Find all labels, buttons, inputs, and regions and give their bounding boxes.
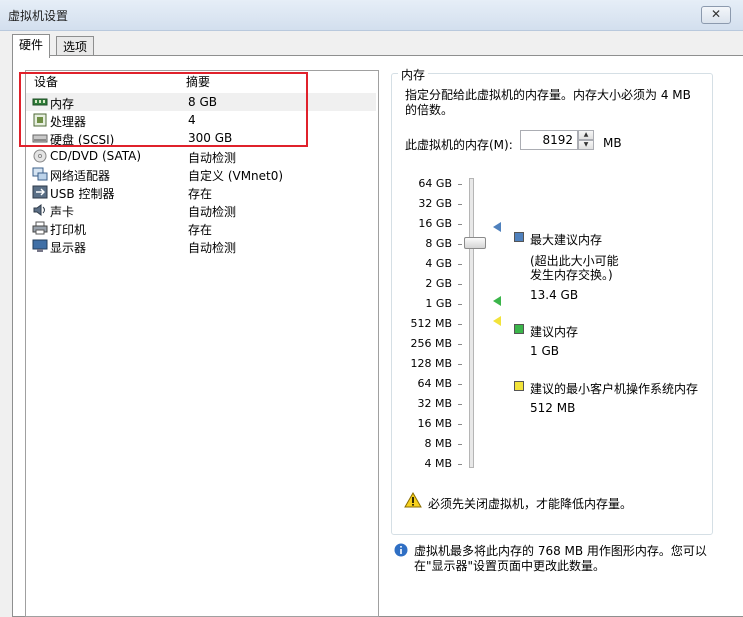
- device-row-display[interactable]: 显示器 自动检测: [26, 237, 376, 255]
- cd-dvd-icon: [33, 149, 47, 163]
- scale-label: 64 GB: [418, 177, 452, 190]
- printer-icon: [32, 221, 48, 235]
- memory-spinner[interactable]: ▲ ▼: [578, 130, 594, 150]
- display-icon: [32, 239, 48, 252]
- scale-tick: [458, 444, 462, 445]
- device-row-cd-dvd[interactable]: CD/DVD (SATA) 自动检测: [26, 147, 376, 165]
- scale-tick: [458, 264, 462, 265]
- memory-unit: MB: [603, 136, 622, 150]
- recommended-marker: [493, 296, 501, 306]
- info-text: 虚拟机最多将此内存的 768 MB 用作图形内存。您可以 在"显示器"设置页面中…: [414, 544, 734, 574]
- scale-label: 256 MB: [410, 337, 452, 350]
- recommended-swatch: [514, 324, 524, 334]
- recommended-value: 1 GB: [530, 344, 559, 358]
- max-recommended-value: 13.4 GB: [530, 288, 579, 302]
- scale-tick: [458, 464, 462, 465]
- min-guest-label: 建议的最小客户机操作系统内存: [530, 382, 699, 396]
- usb-icon: [32, 185, 48, 199]
- max-recommended-swatch: [514, 232, 524, 242]
- scale-label: 32 GB: [418, 197, 452, 210]
- warning-icon: [404, 492, 422, 508]
- max-recommended-label: 最大建议内存: [530, 233, 603, 247]
- scale-label: 64 MB: [417, 377, 452, 390]
- device-list[interactable]: 设备 摘要 内存 8 GB 处理器 4 硬盘 (SCSI) 300 GB CD/…: [25, 70, 379, 617]
- memory-input-label: 此虚拟机的内存(M):: [405, 138, 513, 152]
- scale-label: 4 GB: [425, 257, 452, 270]
- scale-tick: [458, 244, 462, 245]
- scale-tick: [458, 224, 462, 225]
- min-guest-value: 512 MB: [530, 401, 576, 415]
- scale-label: 4 MB: [424, 457, 452, 470]
- scale-tick: [458, 184, 462, 185]
- scale-tick: [458, 204, 462, 205]
- device-row-printer[interactable]: 打印机 存在: [26, 219, 376, 237]
- scale-label: 8 MB: [424, 437, 452, 450]
- info-line: 在"显示器"设置页面中更改此数量。: [414, 559, 606, 573]
- memory-group-title: 内存: [398, 66, 429, 83]
- scale-tick: [458, 364, 462, 365]
- min-guest-marker: [493, 316, 501, 326]
- title-bar: 虚拟机设置 ✕: [0, 0, 743, 31]
- scale-tick: [458, 404, 462, 405]
- tab-hardware[interactable]: 硬件: [12, 34, 51, 58]
- spin-down-button[interactable]: ▼: [578, 140, 594, 150]
- close-icon: ✕: [710, 7, 722, 21]
- warning-text: 必须先关闭虚拟机，才能降低内存量。: [428, 497, 633, 511]
- scale-label: 128 MB: [410, 357, 452, 370]
- scale-tick: [458, 284, 462, 285]
- min-guest-swatch: [514, 381, 524, 391]
- device-row-network[interactable]: 网络适配器 自定义 (VMnet0): [26, 165, 376, 183]
- scale-tick: [458, 344, 462, 345]
- scale-tick: [458, 384, 462, 385]
- close-button[interactable]: ✕: [701, 6, 731, 24]
- scale-label: 512 MB: [410, 317, 452, 330]
- scale-label: 1 GB: [425, 297, 452, 310]
- sound-icon: [33, 204, 45, 216]
- memory-slider-track[interactable]: [469, 178, 474, 468]
- info-icon: [394, 543, 408, 557]
- spin-up-button[interactable]: ▲: [578, 130, 594, 140]
- scale-tick: [458, 424, 462, 425]
- scale-tick: [458, 324, 462, 325]
- scale-label: 2 GB: [425, 277, 452, 290]
- scale-tick: [458, 304, 462, 305]
- scale-label: 16 GB: [418, 217, 452, 230]
- info-line: 虚拟机最多将此内存的 768 MB 用作图形内存。您可以: [414, 544, 707, 558]
- scale-label: 8 GB: [425, 237, 452, 250]
- tab-options[interactable]: 选项: [56, 36, 95, 57]
- scale-label: 32 MB: [417, 397, 452, 410]
- memory-description: 指定分配给此虚拟机的内存量。内存大小必须为 4 MB 的倍数。: [405, 88, 691, 117]
- memory-size-input[interactable]: [520, 130, 578, 150]
- max-recommended-marker: [493, 222, 501, 232]
- scale-label: 16 MB: [417, 417, 452, 430]
- network-icon: [32, 167, 48, 181]
- max-recommended-note: 发生内存交换。): [530, 268, 613, 282]
- highlight-box: [19, 72, 308, 147]
- window-title: 虚拟机设置: [8, 9, 69, 23]
- device-row-sound[interactable]: 声卡 自动检测: [26, 201, 376, 219]
- device-row-usb[interactable]: USB 控制器 存在: [26, 183, 376, 201]
- recommended-label: 建议内存: [530, 325, 579, 339]
- memory-slider-thumb[interactable]: [464, 237, 486, 249]
